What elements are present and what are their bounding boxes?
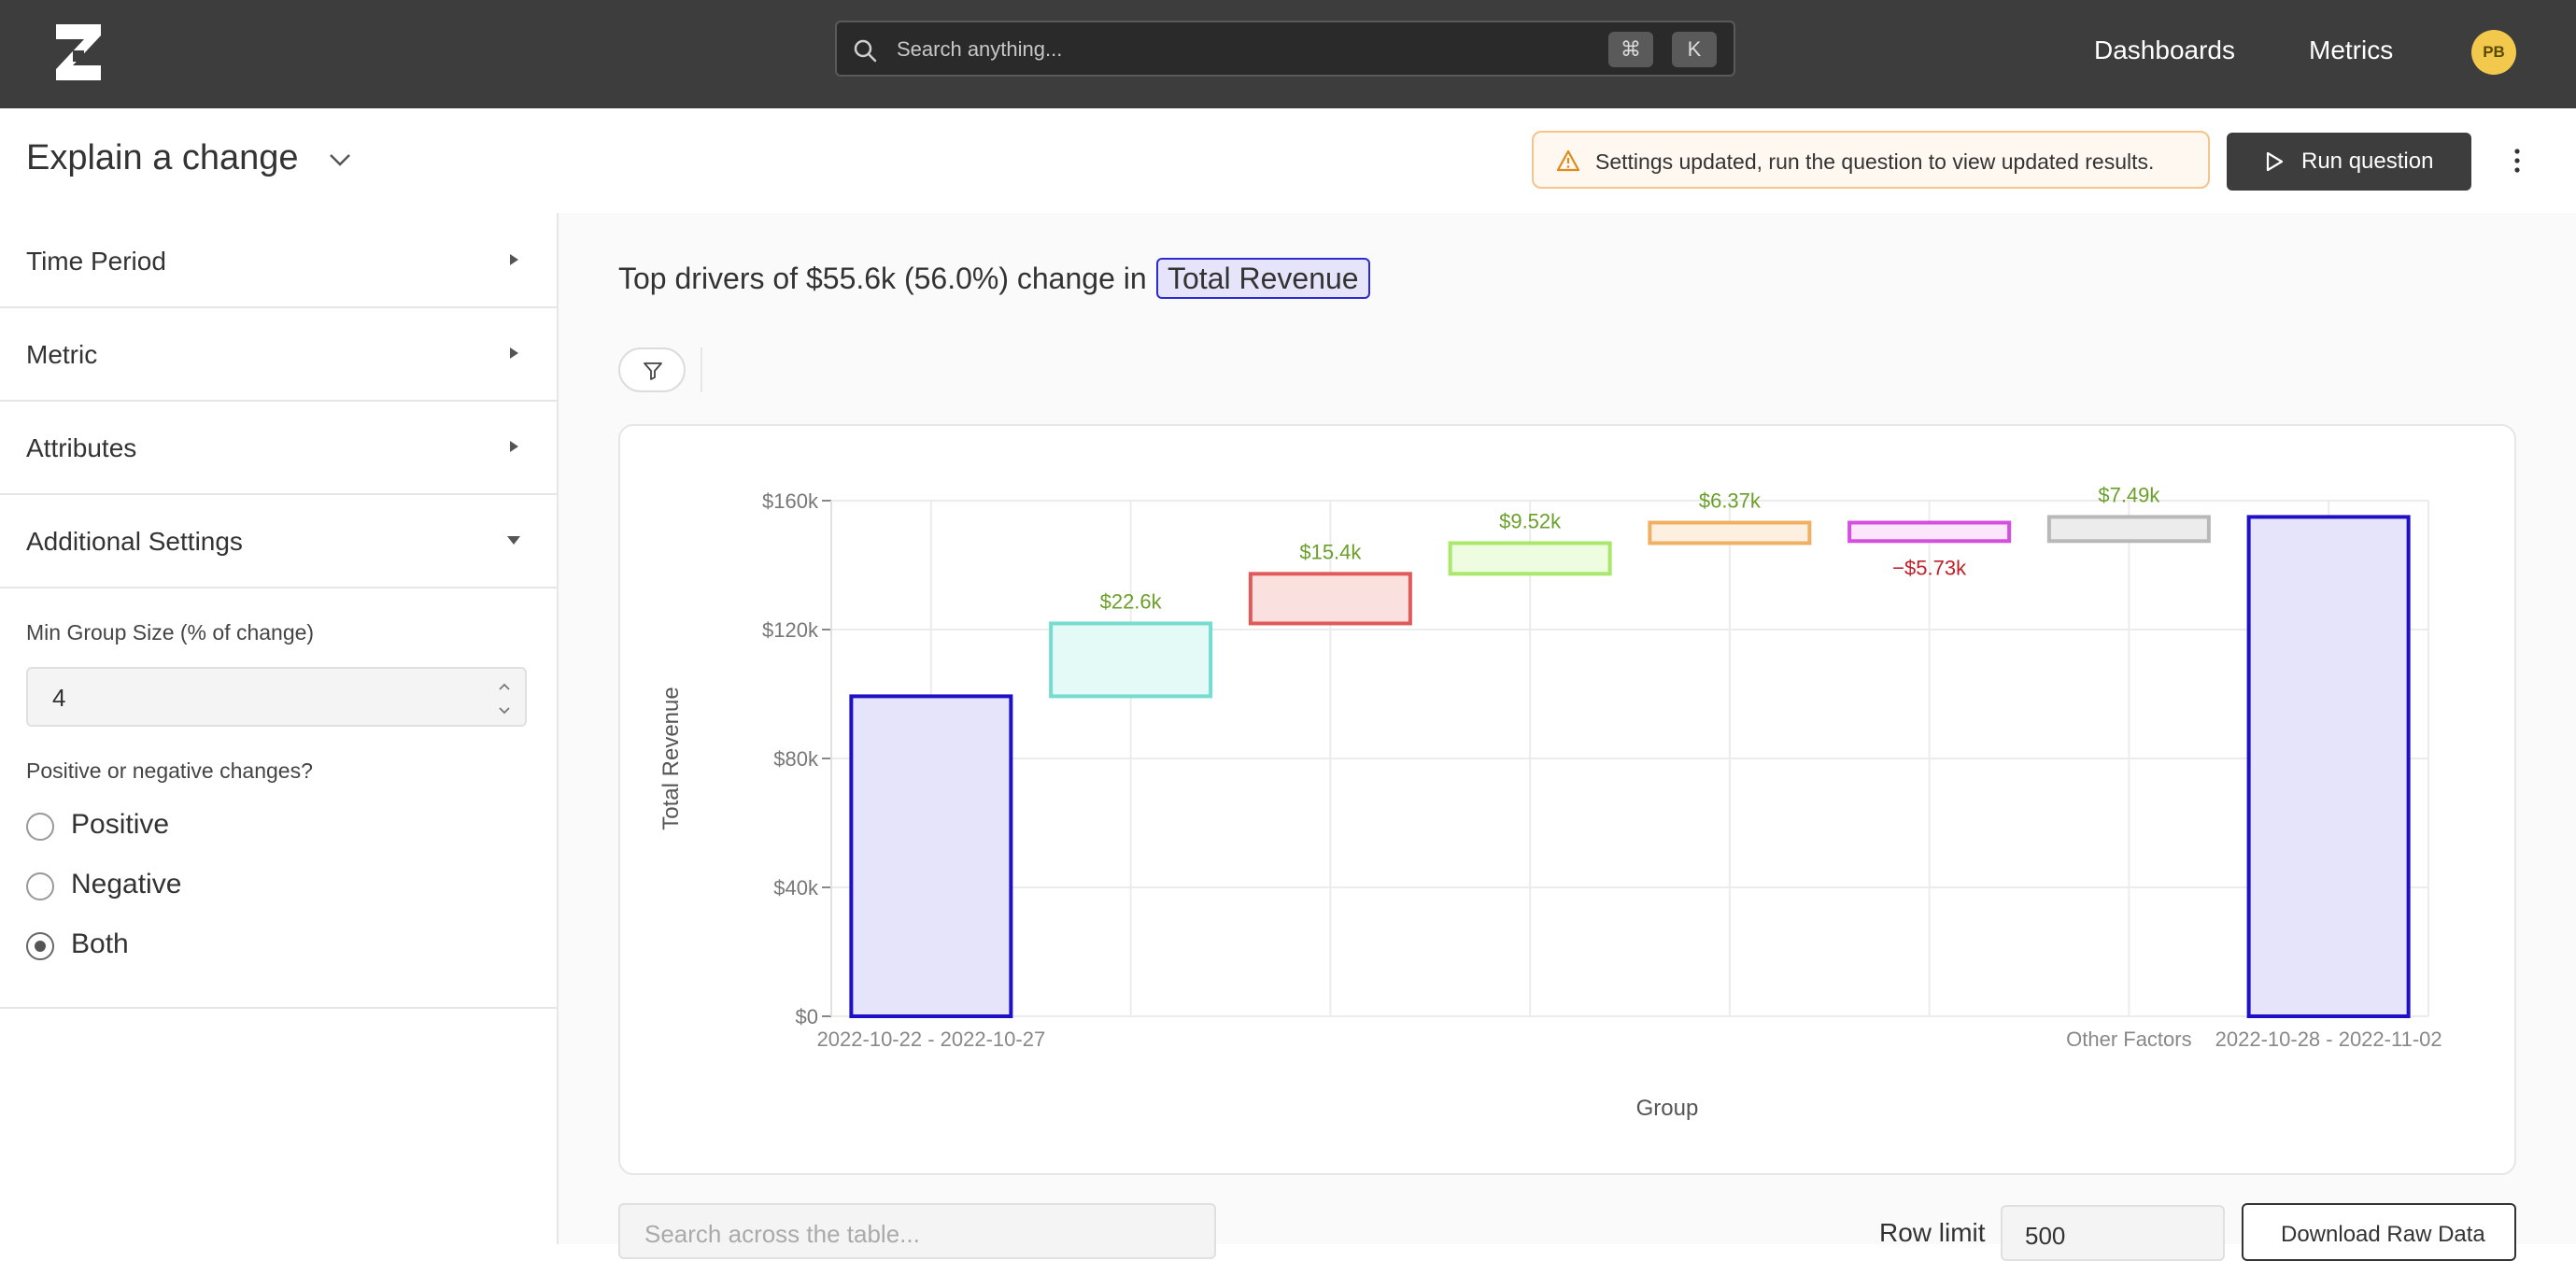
nav-metrics-link[interactable]: Metrics — [2309, 35, 2393, 65]
play-icon — [2266, 151, 2284, 172]
metric-tag[interactable]: Total Revenue — [1156, 258, 1370, 299]
y-tick-label: $80k — [773, 747, 819, 771]
table-search-input[interactable]: Search across the table... — [618, 1203, 1216, 1259]
caret-right-icon — [510, 441, 518, 452]
section-additional-settings[interactable]: Additional Settings — [0, 493, 557, 588]
drivers-heading: Top drivers of $55.6k (56.0%) change in — [618, 262, 1147, 295]
waterfall-bar — [1448, 541, 1612, 576]
filter-icon — [644, 362, 662, 380]
bar-value-label: $22.6k — [1100, 589, 1163, 613]
global-search-input[interactable]: Search anything... ⌘ K — [835, 21, 1735, 77]
shortcut-cmd-key: ⌘ — [1608, 32, 1653, 67]
section-label: Additional Settings — [26, 527, 243, 556]
waterfall-chart-card: $0 $40k $80k $120k $160k 2022-10-22 - 2022-10… — [618, 424, 2516, 1175]
settings-sidebar: Time Period Metric Attributes Additional… — [0, 213, 559, 1244]
sidebar-divider — [0, 1007, 557, 1009]
min-group-size-label: Min Group Size (% of change) — [26, 620, 315, 645]
x-tick-label: 2022-10-28 - 2022-11-02 — [2215, 1027, 2442, 1051]
user-avatar[interactable]: PB — [2471, 30, 2516, 75]
radio-label: Negative — [71, 869, 182, 900]
shortcut-k-key: K — [1672, 32, 1717, 67]
warning-icon — [1556, 149, 1580, 172]
page-title: Explain a change — [26, 138, 299, 177]
section-label: Metric — [26, 340, 98, 369]
radio-button-selected[interactable] — [26, 932, 54, 960]
caret-down-icon — [507, 536, 520, 545]
filter-button[interactable] — [618, 347, 686, 392]
search-placeholder: Search anything... — [897, 37, 1063, 61]
table-search-placeholder: Search across the table... — [644, 1220, 920, 1248]
x-tick-label: 2022-10-22 - 2022-10-27 — [817, 1027, 1046, 1051]
caret-right-icon — [510, 254, 518, 265]
row-limit-input[interactable]: 500 — [2001, 1205, 2225, 1261]
waterfall-bar — [849, 694, 1013, 1018]
min-group-size-input[interactable]: 4 — [26, 667, 527, 727]
section-metric[interactable]: Metric — [0, 306, 557, 402]
run-question-button[interactable]: Run question — [2227, 133, 2471, 191]
min-group-size-value: 4 — [52, 684, 66, 712]
run-question-label: Run question — [2301, 149, 2434, 174]
y-tick-label: $120k — [762, 618, 819, 642]
section-time-period[interactable]: Time Period — [0, 213, 557, 308]
y-tick-label: $40k — [773, 876, 819, 900]
section-label: Time Period — [26, 247, 166, 276]
waterfall-bar — [1847, 520, 2012, 544]
bar-value-label: $15.4k — [1299, 540, 1362, 563]
top-nav-bar: Search anything... ⌘ K Dashboards Metric… — [0, 0, 2576, 108]
download-raw-data-button[interactable]: Download Raw Data — [2242, 1203, 2516, 1261]
section-attributes[interactable]: Attributes — [0, 400, 557, 495]
y-axis-title: Total Revenue — [658, 687, 684, 829]
waterfall-chart: $0 $40k $80k $120k $160k 2022-10-22 - 2022-10… — [658, 483, 2442, 1121]
waterfall-bar — [2246, 515, 2411, 1019]
x-tick-label: Other Factors — [2066, 1027, 2191, 1051]
caret-right-icon — [510, 347, 518, 359]
toolbar-separator — [701, 347, 702, 392]
app-logo-icon[interactable] — [52, 22, 105, 82]
row-limit-value: 500 — [2025, 1222, 2066, 1250]
radio-button[interactable] — [26, 872, 54, 900]
number-stepper-icon[interactable] — [497, 678, 512, 719]
page-header: Explain a change Settings updated, run t… — [0, 108, 2576, 215]
y-tick-label: $160k — [762, 489, 819, 513]
y-tick-label: $0 — [796, 1005, 818, 1028]
more-options-icon[interactable] — [2511, 142, 2524, 179]
bar-value-label: −$5.73k — [1892, 556, 1967, 579]
row-limit-label: Row limit — [1879, 1218, 1986, 1247]
waterfall-bar — [2046, 515, 2211, 544]
waterfall-bar — [1248, 572, 1412, 626]
main-content: Top drivers of $55.6k (56.0%) change in … — [559, 213, 2576, 1261]
search-icon — [854, 39, 877, 63]
nav-dashboards-link[interactable]: Dashboards — [2094, 35, 2235, 65]
bar-value-label: $7.49k — [2098, 483, 2160, 506]
radio-label: Both — [71, 928, 129, 959]
bar-value-label: $6.37k — [1699, 489, 1762, 512]
notice-text: Settings updated, run the question to vi… — [1595, 149, 2155, 174]
bar-value-label: $9.52k — [1499, 509, 1562, 532]
waterfall-bar — [1049, 621, 1213, 699]
radio-label: Positive — [71, 809, 170, 840]
x-axis-title: Group — [1636, 1096, 1699, 1121]
radio-button[interactable] — [26, 813, 54, 841]
settings-updated-notice: Settings updated, run the question to vi… — [1532, 131, 2210, 189]
waterfall-bar — [1648, 520, 1812, 545]
chevron-down-icon[interactable] — [327, 149, 353, 172]
direction-label: Positive or negative changes? — [26, 758, 313, 783]
section-label: Attributes — [26, 433, 137, 462]
